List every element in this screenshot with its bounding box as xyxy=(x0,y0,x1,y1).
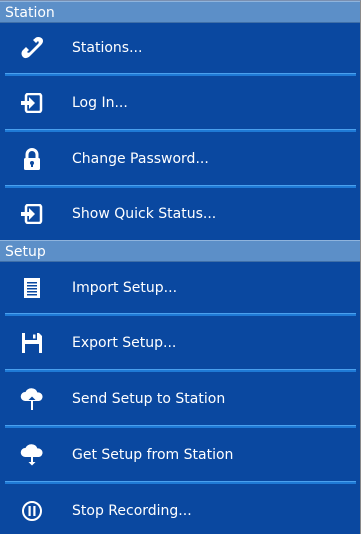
menu-item-export-setup[interactable]: Export Setup... xyxy=(0,316,360,369)
menu-item-stop-recording[interactable]: Stop Recording... xyxy=(0,484,360,534)
menu-item-label: Send Setup to Station xyxy=(72,390,226,407)
menu-item-label: Import Setup... xyxy=(72,279,178,296)
login-icon xyxy=(20,91,44,115)
section-header-station: Station xyxy=(0,1,360,23)
cloud-upload-icon xyxy=(20,387,44,411)
menu-item-change-password[interactable]: Change Password... xyxy=(0,132,360,185)
menu-item-label: Change Password... xyxy=(72,150,209,167)
pause-circle-icon xyxy=(20,499,44,523)
login-icon xyxy=(20,202,44,226)
menu-item-label: Get Setup from Station xyxy=(72,446,234,463)
cloud-download-icon xyxy=(20,443,44,467)
menu-item-label: Show Quick Status... xyxy=(72,206,217,222)
floppy-disk-icon xyxy=(20,331,44,355)
section-header-setup: Setup xyxy=(0,240,360,262)
phone-icon xyxy=(20,36,44,60)
menu-item-get-setup-from-station[interactable]: Get Setup from Station xyxy=(0,428,360,481)
menu-item-show-quick-status[interactable]: Show Quick Status... xyxy=(0,188,360,240)
menu-item-log-in[interactable]: Log In... xyxy=(0,76,360,129)
lock-icon xyxy=(20,147,44,171)
menu-item-label: Stop Recording... xyxy=(72,502,192,519)
menu-item-label: Log In... xyxy=(72,94,128,111)
menu-item-label: Export Setup... xyxy=(72,334,177,351)
menu-item-label: Stations... xyxy=(72,40,143,56)
menu-item-send-setup-to-station[interactable]: Send Setup to Station xyxy=(0,372,360,425)
menu-panel: Station Stations... Log In... Change Pas… xyxy=(0,0,361,534)
document-icon xyxy=(20,276,44,300)
menu-item-stations[interactable]: Stations... xyxy=(0,23,360,73)
menu-item-import-setup[interactable]: Import Setup... xyxy=(0,262,360,313)
